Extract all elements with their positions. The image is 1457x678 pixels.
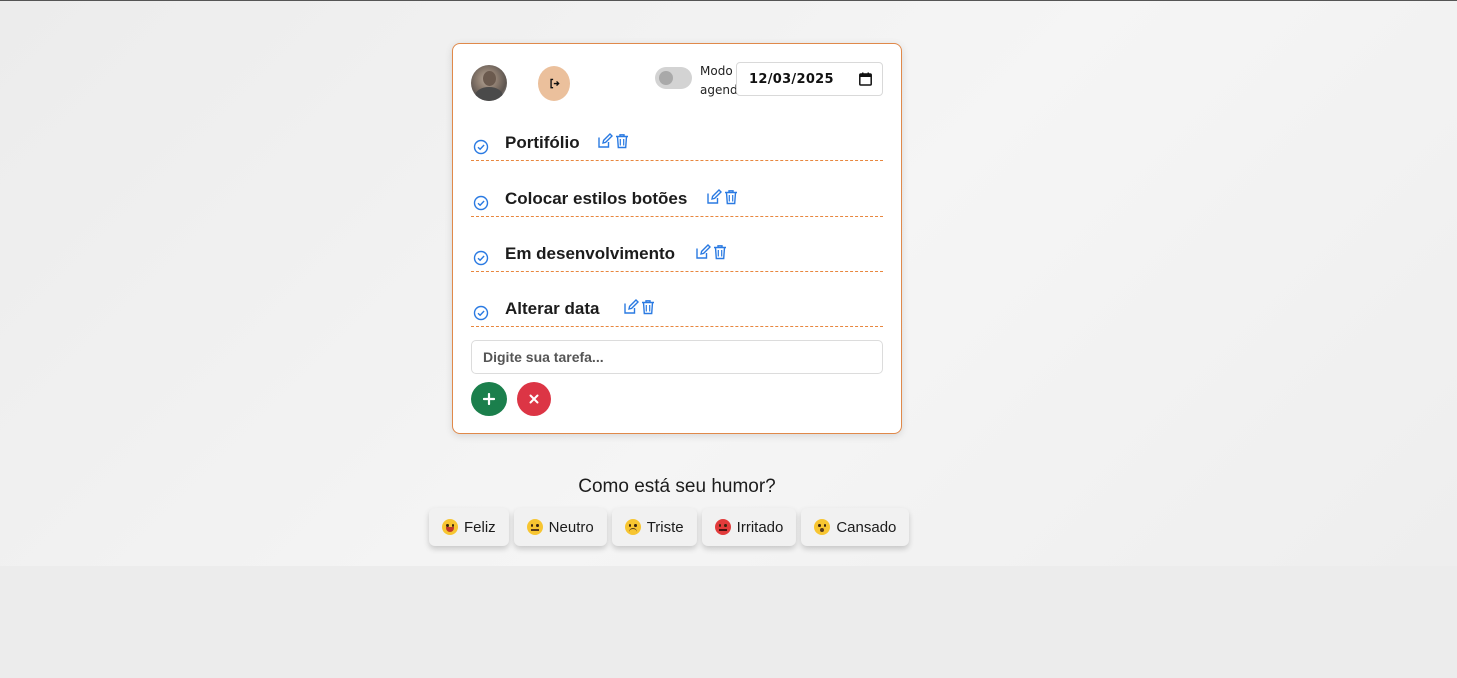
mood-button-neutro[interactable]: Neutro (513, 508, 607, 546)
happy-emoji-icon (442, 519, 458, 535)
agenda-mode-toggle[interactable] (655, 67, 692, 89)
trash-icon[interactable] (640, 299, 656, 315)
task-title: Em desenvolvimento (505, 244, 676, 263)
check-circle-icon[interactable] (473, 250, 489, 266)
check-circle-icon[interactable] (473, 305, 489, 321)
task-item[interactable]: Portifólio (471, 121, 883, 161)
edit-icon[interactable] (695, 244, 711, 260)
close-icon (529, 394, 539, 404)
sad-emoji-icon (624, 519, 641, 535)
task-actions (706, 189, 739, 205)
task-title: Portifólio (505, 133, 580, 152)
avatar[interactable] (471, 65, 507, 101)
logout-button[interactable] (538, 66, 570, 101)
mood-label: Cansado (836, 518, 897, 536)
agenda-mode-label: Modo agenda (700, 64, 745, 97)
tired-emoji-icon (814, 519, 831, 535)
edit-icon[interactable] (623, 299, 639, 315)
trash-icon[interactable] (712, 244, 728, 260)
mood-button-cansado[interactable]: Cansado (801, 508, 910, 546)
cancel-button[interactable] (517, 382, 551, 416)
task-item[interactable]: Colocar estilos botões (471, 177, 883, 217)
task-input[interactable] (471, 340, 883, 374)
add-task-button[interactable] (471, 382, 507, 416)
task-item[interactable]: Alterar data (471, 287, 883, 327)
date-input[interactable]: 12/03/2025 (736, 62, 883, 96)
mood-label: Neutro (548, 518, 594, 536)
mood-question: Como está seu humor? (578, 476, 776, 497)
date-value: 12/03/2025 (749, 71, 834, 87)
task-title: Colocar estilos botões (505, 189, 688, 208)
task-title: Alterar data (505, 299, 600, 318)
plus-icon (483, 393, 495, 405)
trash-icon[interactable] (723, 189, 739, 205)
mood-button-triste[interactable]: Triste (611, 508, 697, 546)
mood-options: Feliz Neutro Triste Irritado Cansado (429, 508, 910, 546)
edit-icon[interactable] (706, 189, 722, 205)
check-circle-icon[interactable] (473, 139, 489, 155)
mood-label: Feliz (464, 518, 496, 536)
check-circle-icon[interactable] (473, 195, 489, 211)
mood-button-feliz[interactable]: Feliz (429, 508, 509, 546)
calendar-icon[interactable] (859, 72, 872, 86)
task-actions (623, 299, 656, 315)
todo-card: Modo agenda 12/03/2025 Portifólio Colocar… (452, 43, 902, 434)
task-item[interactable]: Em desenvolvimento (471, 232, 883, 272)
task-actions (695, 244, 728, 260)
trash-icon[interactable] (614, 133, 630, 149)
mood-button-irritado[interactable]: Irritado (701, 508, 797, 546)
mood-label: Triste (646, 518, 684, 536)
edit-icon[interactable] (597, 133, 613, 149)
logout-icon (549, 78, 560, 89)
mood-label: Irritado (736, 518, 784, 536)
neutral-emoji-icon (526, 519, 543, 535)
task-actions (597, 133, 630, 149)
toggle-knob (659, 71, 673, 85)
angry-emoji-icon (714, 519, 731, 535)
